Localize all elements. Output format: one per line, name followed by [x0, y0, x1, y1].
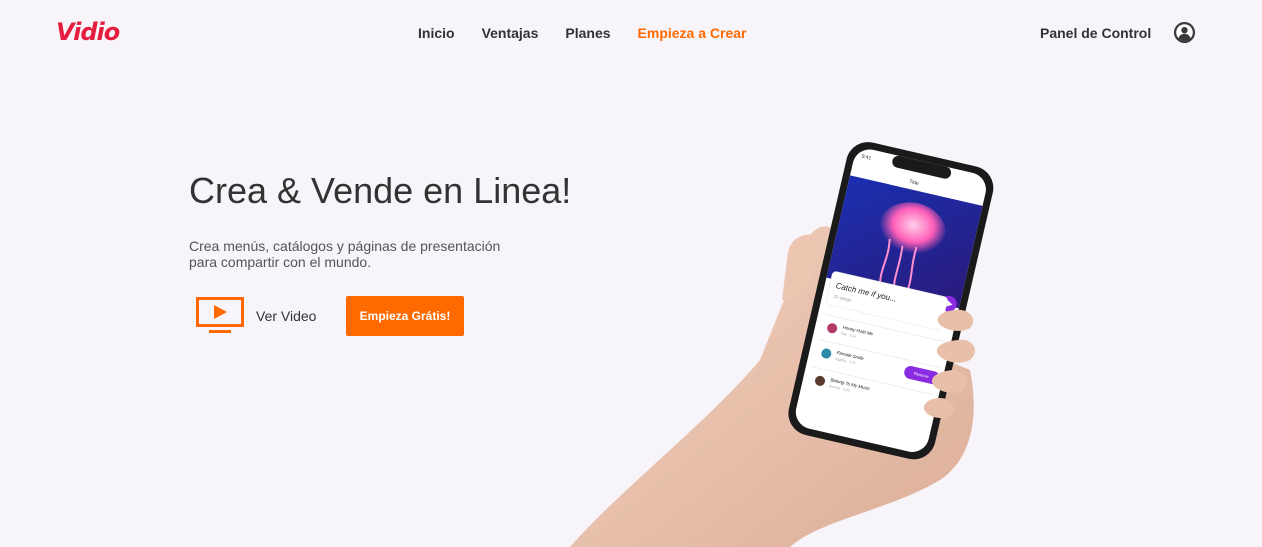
landing-page: Vidio Inicio Ventajas Planes Empieza a C…	[0, 0, 1262, 547]
hand-holding-phone-image: 9:41 Tide Catch me if you... 22 songs Ho…	[570, 142, 994, 547]
ver-video-link[interactable]: Ver Video	[196, 297, 316, 335]
hero-title: Crea & Vende en Linea!	[189, 170, 572, 211]
user-avatar-icon[interactable]	[1174, 22, 1195, 43]
nav-item-ventajas[interactable]: Ventajas	[482, 24, 539, 42]
hero-subtitle-line1: Crea menús, catálogos y páginas de prese…	[189, 238, 501, 254]
nav-item-planes[interactable]: Planes	[565, 24, 610, 42]
empieza-gratis-button[interactable]: Empieza Grátis!	[346, 296, 464, 336]
hero-subtitle-line2: para compartir con el mundo.	[189, 254, 372, 270]
vidio-logo[interactable]: Vidio	[56, 18, 120, 46]
main-nav: Inicio Ventajas Planes Empieza a Crear	[418, 24, 773, 42]
play-screen-icon[interactable]	[196, 297, 244, 335]
nav-item-empieza-a-crear[interactable]: Empieza a Crear	[638, 24, 747, 42]
panel-de-control-link[interactable]: Panel de Control	[1040, 24, 1151, 42]
hero-subtitle: Crea menús, catálogos y páginas de prese…	[189, 238, 509, 270]
ver-video-label[interactable]: Ver Video	[256, 307, 316, 325]
nav-item-inicio[interactable]: Inicio	[418, 24, 455, 42]
